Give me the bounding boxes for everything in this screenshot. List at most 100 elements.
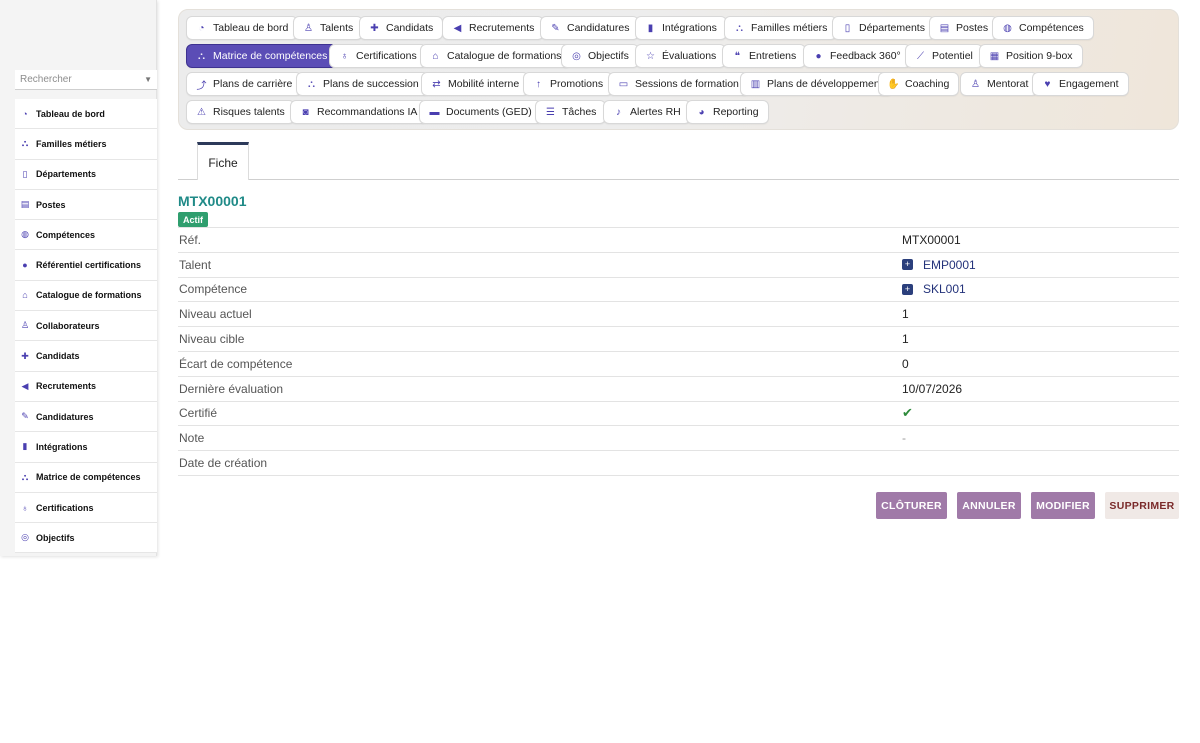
- sidebar-item-familles-metiers[interactable]: ⛬ Familles métiers: [15, 129, 157, 160]
- nav-alertes-rh[interactable]: ♪ Alertes RH: [603, 100, 691, 124]
- record-tabs: Fiche: [178, 142, 1179, 180]
- user-icon: ♙: [20, 320, 30, 331]
- comments-icon: ❝: [734, 50, 741, 62]
- field-value: MTX00001: [902, 232, 961, 247]
- sidebar-item-label: Catalogue de formations: [36, 290, 142, 301]
- nav-label: Engagement: [1059, 78, 1119, 90]
- sidebar-item-label: Compétences: [36, 229, 96, 240]
- nav-candidatures[interactable]: ✎ Candidatures: [540, 16, 640, 40]
- expand-plus-icon[interactable]: +: [902, 283, 913, 295]
- sidebar-item-integrations[interactable]: ▮ Intégrations: [15, 432, 157, 463]
- nav-recrutements[interactable]: ◀ Recrutements: [442, 16, 545, 40]
- sidebar-item-competences[interactable]: ◍ Compétences: [15, 220, 157, 251]
- annuler-button[interactable]: ANNULER: [957, 492, 1021, 519]
- field-label: Niveau actuel: [179, 307, 252, 322]
- sidebar-item-label: Référentiel certifications: [36, 260, 142, 271]
- nav-matrice-competences[interactable]: ⛬ Matrice de compétences: [186, 44, 338, 68]
- nav-familles-metiers[interactable]: ⛬ Familles métiers: [724, 16, 838, 40]
- nav-label: Promotions: [550, 78, 604, 90]
- nav-reporting[interactable]: ◕ Reporting: [686, 100, 769, 124]
- sidebar-item-candidats[interactable]: ✚ Candidats: [15, 341, 157, 372]
- sidebar-search-select[interactable]: Rechercher ▼: [15, 70, 157, 90]
- nav-label: Évaluations: [662, 50, 717, 62]
- competence-link[interactable]: + SKL001: [902, 282, 966, 296]
- field-value: -: [902, 431, 906, 446]
- nav-label: Documents (GED): [446, 106, 532, 118]
- nav-label: Recrutements: [469, 22, 535, 34]
- nav-label: Certifications: [356, 50, 417, 62]
- nav-catalogue-formations[interactable]: ⌂ Catalogue de formations: [420, 44, 572, 68]
- modifier-button[interactable]: MODIFIER: [1031, 492, 1095, 519]
- nav-evaluations[interactable]: ☆ Évaluations: [635, 44, 727, 68]
- nav-plans-succession[interactable]: ⛬ Plans de succession: [296, 72, 429, 96]
- sidebar-item-catalogue-formations[interactable]: ⌂ Catalogue de formations: [15, 281, 157, 312]
- sidebar: Rechercher ▼ ◔ Tableau de bord ⛬ Familles …: [0, 0, 157, 556]
- nav-competences[interactable]: ◍ Compétences: [992, 16, 1094, 40]
- sidebar-item-label: Collaborateurs: [36, 320, 100, 331]
- sidebar-item-referentiel-certifications[interactable]: ● Référentiel certifications: [15, 250, 157, 281]
- sidebar-item-recrutements[interactable]: ◀ Recrutements: [15, 372, 157, 402]
- field-label: Réf.: [179, 232, 202, 247]
- nav-entretiens[interactable]: ❝ Entretiens: [722, 44, 807, 68]
- supprimer-button[interactable]: SUPPRIMER: [1105, 492, 1179, 519]
- sidebar-item-certifications[interactable]: ♁ Certifications: [15, 493, 157, 524]
- sidebar-item-label: Tableau de bord: [36, 108, 105, 119]
- nav-potentiel[interactable]: ⟋ Potentiel: [905, 44, 983, 68]
- competence-link-text[interactable]: SKL001: [923, 282, 966, 296]
- exchange-icon: ⇄: [432, 78, 441, 90]
- nav-label: Coaching: [905, 78, 950, 90]
- nav-position-9-box[interactable]: ▦ Position 9-box: [979, 44, 1083, 68]
- sidebar-item-collaborateurs[interactable]: ♙ Collaborateurs: [15, 311, 157, 342]
- grid-icon: ▦: [989, 50, 1000, 62]
- nav-talents[interactable]: ♙ Talents: [293, 16, 364, 40]
- nav-tableau-de-bord[interactable]: ◔ Tableau de bord: [186, 16, 299, 40]
- sitemap-icon: ⛬: [308, 78, 315, 90]
- nav-candidats[interactable]: ✚ Candidats: [359, 16, 444, 40]
- bullseye-icon: ◎: [21, 532, 29, 543]
- field-label: Note: [179, 431, 205, 446]
- field-value: 0: [902, 356, 909, 371]
- bullseye-icon: ◎: [572, 50, 581, 62]
- sidebar-item-departements[interactable]: ▯ Départements: [15, 160, 157, 190]
- nav-promotions[interactable]: ↑ Promotions: [523, 72, 614, 96]
- nav-taches[interactable]: ☰ Tâches: [535, 100, 607, 124]
- nav-postes[interactable]: ▤ Postes: [929, 16, 999, 40]
- robot-icon: ◙: [302, 106, 309, 118]
- field-label: Dernière évaluation: [179, 381, 284, 396]
- nav-plans-developpement[interactable]: ▥ Plans de développement: [740, 72, 893, 96]
- nav-risques-talents[interactable]: ⚠ Risques talents: [186, 100, 295, 124]
- talent-link[interactable]: + EMP0001: [902, 258, 976, 272]
- nav-documents-ged[interactable]: ▬ Documents (GED): [419, 100, 542, 124]
- field-row-certifie: Certifié ✔: [178, 402, 1179, 427]
- nav-objectifs[interactable]: ◎ Objectifs: [561, 44, 639, 68]
- nav-sessions-formation[interactable]: ▭ Sessions de formation: [608, 72, 749, 96]
- tab-fiche[interactable]: Fiche: [197, 142, 249, 180]
- sidebar-item-matrice-competences[interactable]: ⛬ Matrice de compétences: [15, 463, 157, 493]
- nav-plans-carriere[interactable]: ⤴ Plans de carrière: [186, 72, 303, 96]
- nav-mobilite-interne[interactable]: ⇄ Mobilité interne: [421, 72, 530, 96]
- nav-mentorat[interactable]: ♙ Mentorat: [960, 72, 1039, 96]
- nav-coaching[interactable]: ✋ Coaching: [878, 72, 960, 96]
- talent-link-text[interactable]: EMP0001: [923, 258, 976, 272]
- nav-label: Position 9-box: [1006, 50, 1073, 62]
- sidebar-item-tableau-de-bord[interactable]: ◔ Tableau de bord: [15, 99, 157, 130]
- nav-label: Plans de succession: [323, 78, 419, 90]
- sidebar-item-candidatures[interactable]: ✎ Candidatures: [15, 402, 157, 433]
- megaphone-icon: ◀: [453, 22, 462, 34]
- sidebar-item-postes[interactable]: ▤ Postes: [15, 190, 157, 221]
- nav-departements[interactable]: ▯ Départements: [832, 16, 935, 40]
- nav-certifications[interactable]: ♁ Certifications: [329, 44, 427, 68]
- nav-integrations[interactable]: ▮ Intégrations: [635, 16, 727, 40]
- nav-feedback-360[interactable]: ● Feedback 360°: [803, 44, 911, 68]
- nav-recommandations-ia[interactable]: ◙ Recommandations IA: [290, 100, 428, 124]
- award-icon: ♁: [21, 502, 29, 513]
- field-label: Compétence: [179, 282, 248, 297]
- nav-label: Plans de développement: [767, 78, 883, 90]
- nav-engagement[interactable]: ♥ Engagement: [1032, 72, 1129, 96]
- field-row-note: Note -: [178, 426, 1179, 452]
- expand-plus-icon[interactable]: +: [902, 259, 913, 271]
- sidebar-item-objectifs[interactable]: ◎ Objectifs: [15, 523, 157, 554]
- cloturer-button[interactable]: CLÔTURER: [876, 492, 947, 519]
- chart-line-icon: ⟋: [917, 50, 924, 62]
- sitemap-icon: ⛬: [736, 22, 743, 34]
